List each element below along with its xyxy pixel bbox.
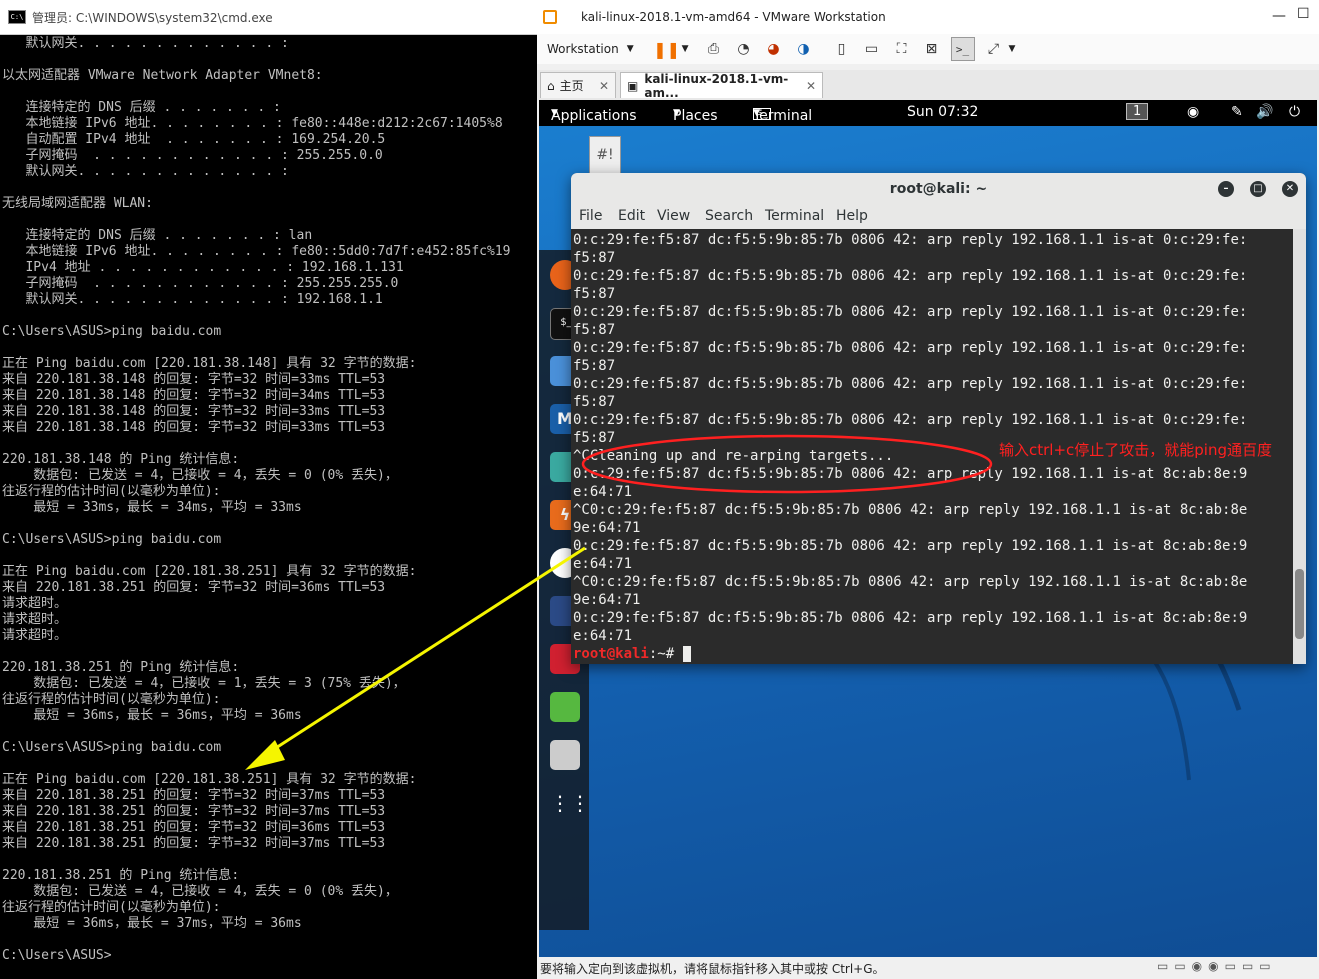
annotation-arrow xyxy=(245,546,586,770)
